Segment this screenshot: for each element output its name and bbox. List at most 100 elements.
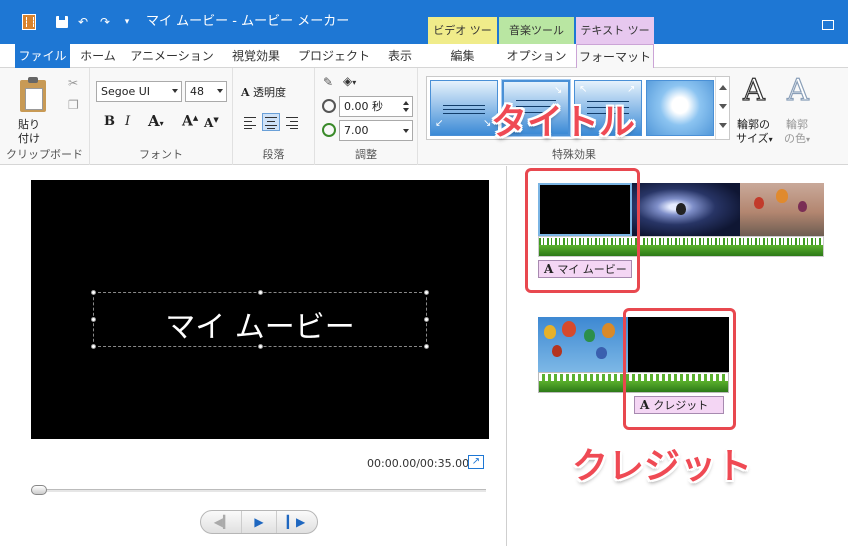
outline-color-label-2: の色▾ <box>784 132 811 145</box>
fill-color-icon[interactable]: ◈▾ <box>343 74 356 88</box>
adjust-group-label: 調整 <box>355 148 377 161</box>
photo-clip-balloons-sky[interactable] <box>538 317 628 372</box>
effect-thumbnail[interactable]: ↙ ↘ <box>430 80 498 136</box>
context-video-tools: ビデオ ツール <box>428 17 497 64</box>
balloon <box>584 329 595 342</box>
grow-font-icon[interactable]: A▲ <box>182 113 198 130</box>
photo-clip-balloons-dawn[interactable] <box>740 183 824 236</box>
outline-size-label-2: サイズ▾ <box>736 132 773 145</box>
spin-up-icon[interactable] <box>403 101 409 105</box>
paste-button[interactable]: 貼り 付け <box>12 74 56 145</box>
bold-button[interactable]: B <box>104 114 115 129</box>
gallery-expand-icon <box>719 123 727 128</box>
resize-handle[interactable] <box>258 290 263 295</box>
ribbon: 貼り 付け ✂ ❐ クリップボード Segoe UI 48 B I A▾ A▲ … <box>0 68 848 165</box>
duration-value: 7.00 <box>344 124 369 137</box>
gallery-scroll[interactable] <box>715 77 729 139</box>
balloon <box>798 201 807 212</box>
balloon <box>544 325 556 339</box>
film-app-icon[interactable] <box>22 14 36 30</box>
context-text-tools: テキスト ツール <box>576 17 654 64</box>
balloon <box>754 197 764 209</box>
font-name-value: Segoe UI <box>101 85 151 98</box>
title-bar: ↶ ↷ ▾ マイ ムービー - ムービー メーカー ビデオ ツール 音楽ツール … <box>0 0 848 64</box>
resize-handle[interactable] <box>424 344 429 349</box>
background-color-icon[interactable]: ✎ <box>323 75 333 89</box>
expand-preview-icon[interactable]: ↗ <box>468 455 484 469</box>
duration-combo[interactable]: 7.00 <box>339 120 413 141</box>
tab-file[interactable]: ファイル <box>15 44 70 68</box>
tab-format[interactable]: フォーマット <box>576 44 654 69</box>
preview-monitor[interactable]: マイ ムービー <box>31 180 489 439</box>
timecode: 00:00.00/00:35.00 <box>367 457 470 470</box>
outline-color-icon: A <box>787 73 810 108</box>
tab-animation[interactable]: アニメーション <box>126 44 218 68</box>
maximize-button[interactable] <box>822 20 834 30</box>
redo-icon[interactable]: ↷ <box>98 15 112 29</box>
start-time-input[interactable]: 0.00 秒 <box>339 96 413 117</box>
italic-button[interactable]: I <box>125 114 130 129</box>
spin-down-icon[interactable] <box>403 108 409 112</box>
scroll-up-icon <box>719 85 727 90</box>
font-size-value: 48 <box>190 85 204 98</box>
resize-handle[interactable] <box>91 317 96 322</box>
save-icon[interactable] <box>56 16 68 28</box>
outline-color-button[interactable]: A 輪郭 の色▾ <box>778 73 818 154</box>
group-clipboard: 貼り 付け ✂ ❐ クリップボード <box>0 68 90 165</box>
resize-handle[interactable] <box>258 344 263 349</box>
undo-icon[interactable]: ↶ <box>76 15 90 29</box>
group-adjust: ✎ ◈▾ 0.00 秒 7.00 調整 <box>315 68 418 165</box>
outline-size-icon: A <box>743 73 766 108</box>
align-center-icon[interactable] <box>262 113 280 131</box>
tab-edit[interactable]: 編集 <box>428 44 497 68</box>
credit-callout: クレジット <box>572 446 753 487</box>
previous-frame-icon[interactable]: ◀▎ <box>205 511 241 533</box>
context-music-tools: 音楽ツール <box>499 17 574 44</box>
chevron-down-icon <box>172 89 178 93</box>
start-time-icon <box>322 99 336 113</box>
duration-icon <box>322 123 336 137</box>
title-callout: タイトル <box>491 102 636 143</box>
title-text-box[interactable]: マイ ムービー <box>91 290 429 349</box>
copy-icon[interactable]: ❐ <box>68 98 79 112</box>
resize-handle[interactable] <box>91 344 96 349</box>
clipboard-group-label: クリップボード <box>6 148 83 161</box>
photo-clip-night-sky[interactable] <box>632 183 740 236</box>
next-frame-icon[interactable]: ▎▶ <box>278 511 314 533</box>
tab-options[interactable]: オプション <box>499 44 574 68</box>
align-right-icon[interactable] <box>283 113 301 131</box>
special-effects-group-label: 特殊効果 <box>552 148 596 161</box>
outline-size-button[interactable]: A 輪郭の サイズ▾ <box>734 73 774 154</box>
font-size-combo[interactable]: 48 <box>185 81 227 102</box>
balloon <box>562 321 576 337</box>
paragraph-group-label: 段落 <box>262 148 285 161</box>
customize-dropdown-icon[interactable]: ▾ <box>120 15 134 29</box>
effect-thumbnail[interactable] <box>646 80 714 136</box>
tab-visual-effects[interactable]: 視覚効果 <box>222 44 290 68</box>
shrink-font-icon[interactable]: A▼ <box>204 115 219 130</box>
font-name-combo[interactable]: Segoe UI <box>96 81 182 102</box>
seek-thumb[interactable] <box>31 485 47 495</box>
align-left-icon[interactable] <box>241 113 259 131</box>
cut-icon[interactable]: ✂ <box>68 76 78 90</box>
separator <box>44 15 48 29</box>
playback-controls: ◀▎ ▶ ▎▶ <box>200 510 318 534</box>
seek-bar[interactable] <box>31 489 486 492</box>
play-icon[interactable]: ▶ <box>241 511 277 533</box>
balloon-silhouette <box>676 203 686 215</box>
title-highlight-frame <box>525 168 640 293</box>
resize-handle[interactable] <box>424 317 429 322</box>
balloon <box>552 345 562 357</box>
transparency-button[interactable]: A 透明度 <box>241 84 286 100</box>
group-paragraph: A 透明度 段落 <box>233 68 315 165</box>
font-color-button[interactable]: A▾ <box>148 112 164 130</box>
tab-view[interactable]: 表示 <box>378 44 422 68</box>
resize-handle[interactable] <box>424 290 429 295</box>
transparency-icon: A <box>241 86 250 99</box>
tab-home[interactable]: ホーム <box>74 44 122 68</box>
quick-access-toolbar: ↶ ↷ ▾ <box>0 0 134 44</box>
tab-project[interactable]: プロジェクト <box>296 44 372 68</box>
transparency-label: 透明度 <box>253 86 287 99</box>
resize-handle[interactable] <box>91 290 96 295</box>
ribbon-tabs: ファイル ホーム アニメーション 視覚効果 プロジェクト 表示 編集 オプション… <box>0 44 848 69</box>
